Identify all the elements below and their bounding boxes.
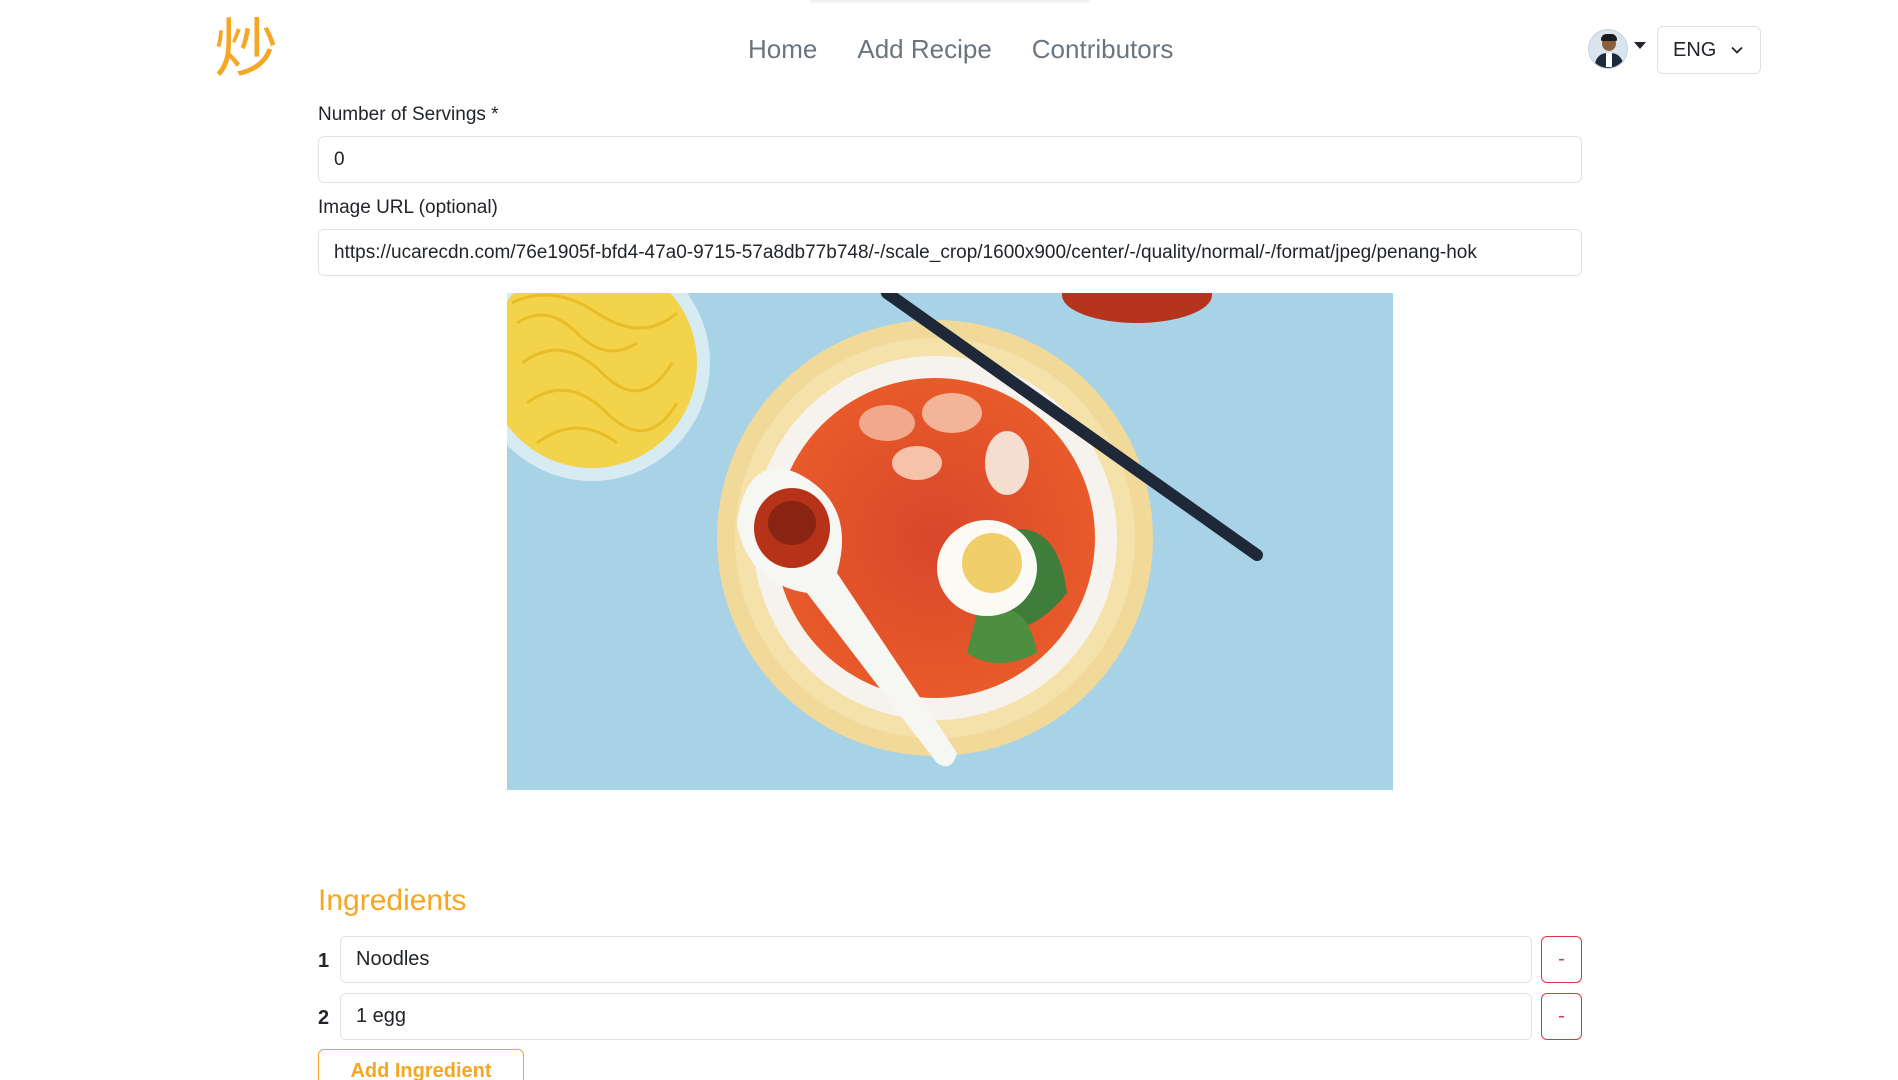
servings-label: Number of Servings * [318, 104, 499, 125]
image-url-input[interactable]: https://ucarecdn.com/76e1905f-bfd4-47a0-… [318, 229, 1582, 276]
language-value: ENG [1673, 38, 1717, 61]
chevron-down-icon [1731, 46, 1743, 54]
ingredient-number: 2 [318, 1007, 330, 1029]
recipe-image-preview [507, 293, 1393, 790]
ingredients-title: Ingredients [318, 884, 467, 917]
user-avatar[interactable] [1588, 29, 1628, 69]
site-logo[interactable]: 炒 [206, 10, 286, 90]
nav-contributors[interactable]: Contributors [1032, 34, 1174, 65]
main-nav: Home Add Recipe Contributors [748, 34, 1173, 65]
add-ingredient-button[interactable]: Add Ingredient [318, 1049, 524, 1080]
remove-ingredient-button[interactable]: - [1541, 993, 1582, 1040]
remove-ingredient-button[interactable]: - [1541, 936, 1582, 983]
caret-down-icon [1634, 41, 1646, 49]
nav-home[interactable]: Home [748, 34, 817, 65]
servings-input[interactable]: 0 [318, 136, 1582, 183]
ingredient-input[interactable]: 1 egg [340, 993, 1532, 1040]
ingredient-input[interactable]: Noodles [340, 936, 1532, 983]
nav-add-recipe[interactable]: Add Recipe [857, 34, 991, 65]
user-menu-toggle[interactable] [1588, 29, 1646, 69]
recipe-form-page: 炒 Home Add Recipe Contributors ENG Numbe… [0, 0, 1898, 1080]
language-select[interactable]: ENG [1657, 26, 1761, 74]
ingredient-number: 1 [318, 950, 330, 972]
image-url-label: Image URL (optional) [318, 197, 498, 218]
top-shadow [810, 0, 1090, 4]
